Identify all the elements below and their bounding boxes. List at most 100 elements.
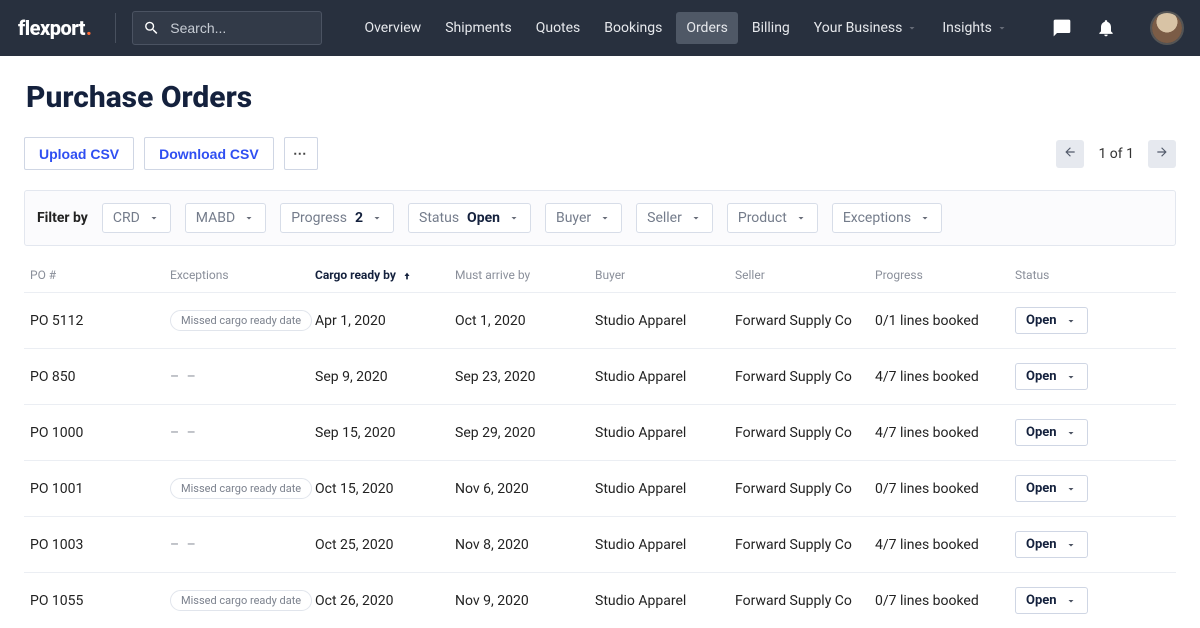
cell-seller: Forward Supply Co xyxy=(735,593,875,609)
nav-item-quotes[interactable]: Quotes xyxy=(526,12,591,44)
cell-status: Open xyxy=(1015,307,1125,334)
filter-chip-progress[interactable]: Progress 2 xyxy=(280,203,394,233)
filter-chip-exceptions[interactable]: Exceptions xyxy=(832,203,942,233)
cell-exceptions: Missed cargo ready date xyxy=(170,478,315,499)
filter-by-label: Filter by xyxy=(37,210,88,226)
topbar-actions xyxy=(1052,13,1182,43)
filter-chip-seller[interactable]: Seller xyxy=(636,203,713,233)
upload-csv-button[interactable]: Upload CSV xyxy=(24,137,134,170)
chevron-down-icon xyxy=(371,212,383,224)
download-csv-button[interactable]: Download CSV xyxy=(144,137,274,170)
cell-progress: 0/7 lines booked xyxy=(875,593,1015,609)
filter-chip-product[interactable]: Product xyxy=(727,203,818,233)
col-must-arrive[interactable]: Must arrive by xyxy=(455,268,595,282)
cell-must-arrive: Nov 8, 2020 xyxy=(455,537,595,553)
col-progress[interactable]: Progress xyxy=(875,268,1015,282)
no-exception-placeholder: – – xyxy=(170,537,198,553)
chevron-down-icon xyxy=(1065,315,1077,327)
cell-cargo-ready: Oct 15, 2020 xyxy=(315,481,455,497)
primary-nav: OverviewShipments Quotes Bookings OrdersBil… xyxy=(354,12,1017,44)
cell-buyer: Studio Apparel xyxy=(595,425,735,441)
cell-progress: 4/7 lines booked xyxy=(875,425,1015,441)
avatar[interactable] xyxy=(1152,13,1182,43)
brand-logo[interactable]: flexport . xyxy=(18,16,91,40)
bell-icon[interactable] xyxy=(1096,18,1116,38)
cell-buyer: Studio Apparel xyxy=(595,369,735,385)
cell-po: PO 1000 xyxy=(30,425,170,441)
nav-item-overview[interactable]: Overview xyxy=(354,12,431,44)
cell-status: Open xyxy=(1015,531,1125,558)
status-label: Open xyxy=(1026,425,1057,440)
filter-chip-value: 2 xyxy=(355,210,363,226)
status-dropdown[interactable]: Open xyxy=(1015,531,1088,558)
more-actions-button[interactable]: ⋯ xyxy=(284,137,318,170)
filter-chip-mabd[interactable]: MABD xyxy=(185,203,266,233)
search-box[interactable] xyxy=(132,11,322,45)
chat-icon[interactable] xyxy=(1052,18,1072,38)
nav-item-shipments[interactable]: Shipments xyxy=(435,12,522,44)
col-seller[interactable]: Seller xyxy=(735,268,875,282)
table-row[interactable]: PO 5112Missed cargo ready dateApr 1, 202… xyxy=(24,292,1176,348)
table-row[interactable]: PO 1003– –Oct 25, 2020Nov 8, 2020Studio … xyxy=(24,516,1176,572)
filter-chip-buyer[interactable]: Buyer xyxy=(545,203,622,233)
status-label: Open xyxy=(1026,313,1057,328)
filter-chip-status[interactable]: StatusOpen xyxy=(408,203,531,233)
toolbar-left: Upload CSV Download CSV ⋯ xyxy=(24,137,318,170)
exception-badge: Missed cargo ready date xyxy=(170,310,312,331)
cell-po: PO 850 xyxy=(30,369,170,385)
status-dropdown[interactable]: Open xyxy=(1015,307,1088,334)
arrow-right-icon xyxy=(1155,145,1169,163)
cell-buyer: Studio Apparel xyxy=(595,313,735,329)
status-dropdown[interactable]: Open xyxy=(1015,475,1088,502)
status-dropdown[interactable]: Open xyxy=(1015,419,1088,446)
nav-item-label: Insights xyxy=(942,20,992,36)
filter-chips: CRD MABD Progress 2 StatusOpen Buyer Seller Pro… xyxy=(102,203,942,233)
status-dropdown[interactable]: Open xyxy=(1015,587,1088,614)
filter-chip-label: CRD xyxy=(113,210,140,226)
cell-progress: 0/1 lines booked xyxy=(875,313,1015,329)
col-buyer[interactable]: Buyer xyxy=(595,268,735,282)
chevron-down-icon xyxy=(1065,595,1077,607)
col-cargo-ready[interactable]: Cargo ready by xyxy=(315,268,455,282)
nav-item-billing[interactable]: Billing xyxy=(742,12,800,44)
nav-item-your-business[interactable]: Your Business xyxy=(804,12,929,44)
search-input[interactable] xyxy=(170,20,311,36)
nav-item-insights[interactable]: Insights xyxy=(932,12,1018,44)
cell-exceptions: – – xyxy=(170,537,315,553)
prev-page-button[interactable] xyxy=(1056,140,1084,168)
col-exceptions[interactable]: Exceptions xyxy=(170,268,315,282)
col-po[interactable]: PO # xyxy=(30,268,170,282)
cell-cargo-ready: Apr 1, 2020 xyxy=(315,313,455,329)
nav-item-bookings[interactable]: Bookings xyxy=(594,12,672,44)
cell-status: Open xyxy=(1015,363,1125,390)
cell-buyer: Studio Apparel xyxy=(595,537,735,553)
nav-item-label: Quotes xyxy=(536,20,581,36)
table-row[interactable]: PO 1055Missed cargo ready dateOct 26, 20… xyxy=(24,572,1176,628)
exception-badge: Missed cargo ready date xyxy=(170,478,312,499)
pagination-label: 1 of 1 xyxy=(1098,146,1134,162)
filter-chip-label: Progress xyxy=(291,210,347,226)
next-page-button[interactable] xyxy=(1148,140,1176,168)
col-status[interactable]: Status xyxy=(1015,268,1125,282)
page: Purchase Orders Upload CSV Download CSV … xyxy=(0,56,1200,628)
pagination: 1 of 1 xyxy=(1056,140,1176,168)
table-body: PO 5112Missed cargo ready dateApr 1, 202… xyxy=(24,292,1176,628)
cell-must-arrive: Sep 29, 2020 xyxy=(455,425,595,441)
brand-name: flexport xyxy=(18,16,85,40)
nav-item-label: Bookings xyxy=(604,20,662,36)
cell-buyer: Studio Apparel xyxy=(595,481,735,497)
filter-chip-crd[interactable]: CRD xyxy=(102,203,171,233)
filter-chip-label: MABD xyxy=(196,210,235,226)
table-row[interactable]: PO 1001Missed cargo ready dateOct 15, 20… xyxy=(24,460,1176,516)
chevron-down-icon xyxy=(919,212,931,224)
table-row[interactable]: PO 850– –Sep 9, 2020Sep 23, 2020Studio A… xyxy=(24,348,1176,404)
cell-must-arrive: Sep 23, 2020 xyxy=(455,369,595,385)
table-row[interactable]: PO 1000– –Sep 15, 2020Sep 29, 2020Studio… xyxy=(24,404,1176,460)
status-dropdown[interactable]: Open xyxy=(1015,363,1088,390)
chevron-down-icon xyxy=(1065,427,1077,439)
cell-must-arrive: Oct 1, 2020 xyxy=(455,313,595,329)
page-title: Purchase Orders xyxy=(26,80,1176,115)
nav-item-orders[interactable]: Orders xyxy=(676,12,738,44)
cell-progress: 4/7 lines booked xyxy=(875,369,1015,385)
cell-po: PO 1003 xyxy=(30,537,170,553)
